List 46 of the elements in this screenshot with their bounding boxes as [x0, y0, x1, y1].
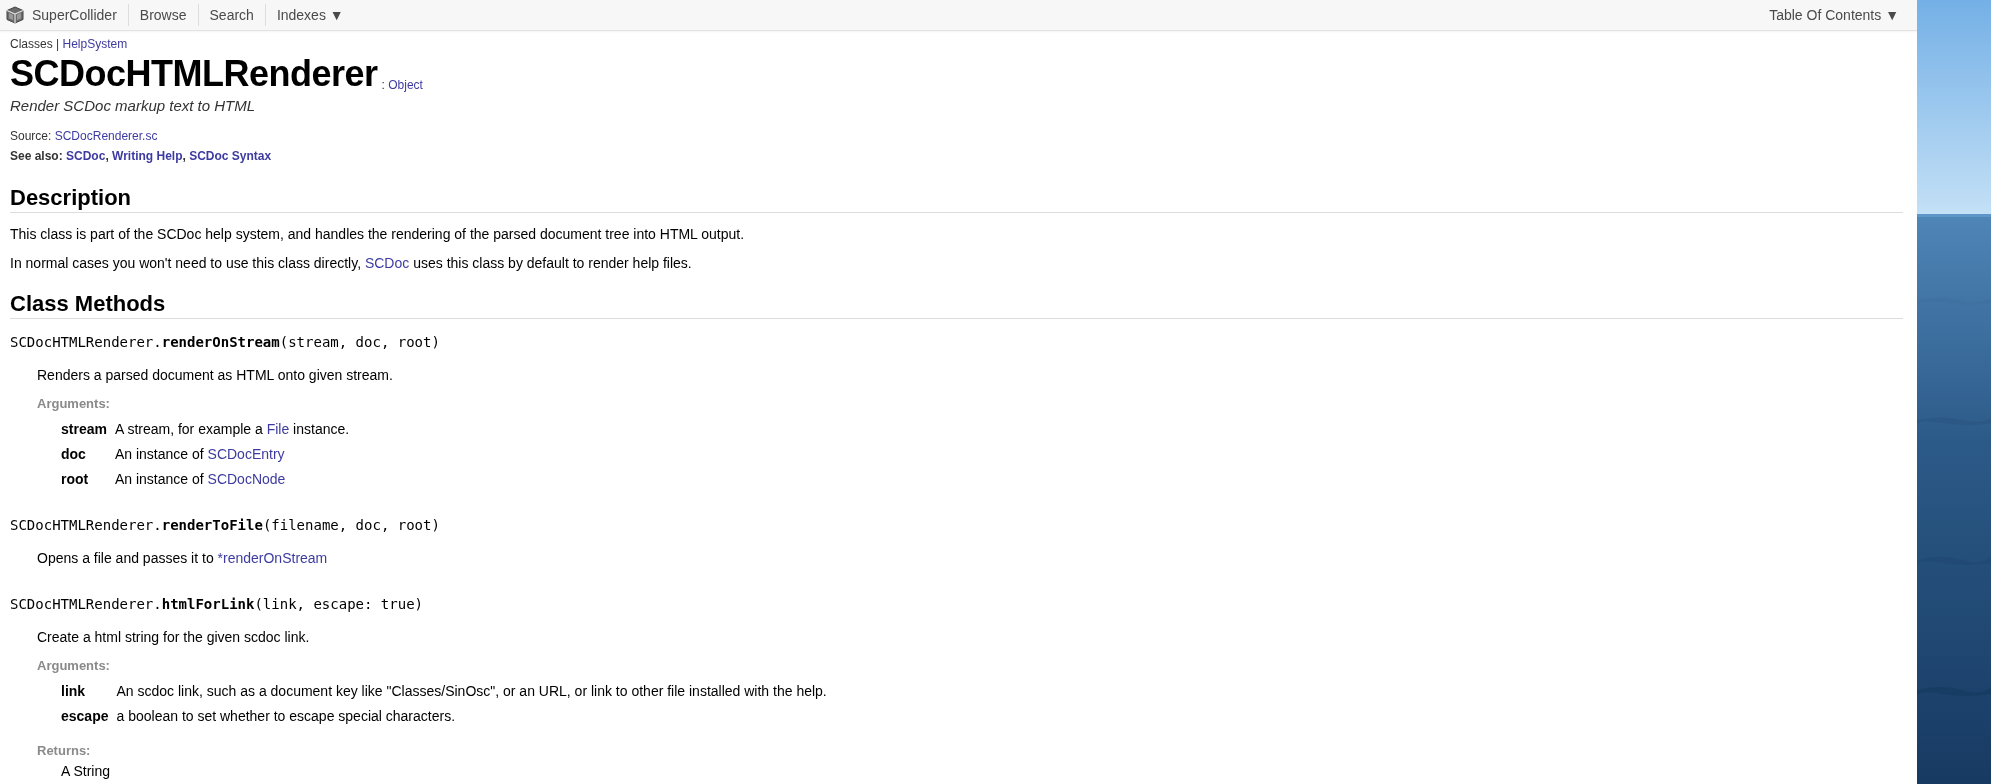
link[interactable]: File: [266, 421, 290, 437]
argument-name: doc: [61, 445, 87, 463]
method-description: Renders a parsed document as HTML onto given stream.: [37, 366, 394, 384]
nav-link[interactable]: Indexes ▼: [264, 4, 355, 26]
method-signature: SCDocHTMLRenderer.renderOnStream(stream, doc, root): [10, 333, 441, 351]
link[interactable]: SCDocEntry: [207, 446, 285, 462]
page-title: SCDocHTMLRenderer: [10, 52, 378, 96]
superclass-label: : Object: [381, 78, 423, 92]
link[interactable]: SCDocNode: [207, 471, 286, 487]
category-link[interactable]: HelpSystem: [62, 37, 128, 51]
toc-menu[interactable]: Table Of Contents ▼: [1758, 4, 1917, 26]
cube-icon: [6, 6, 24, 24]
argument-description: a boolean to set whether to escape special characters.: [116, 707, 457, 725]
method-signature: SCDocHTMLRenderer.htmlForLink(link, escape: true): [10, 595, 424, 613]
home-link[interactable]: SuperCollider: [0, 4, 128, 26]
see-also-link[interactable]: Writing Help: [112, 149, 183, 163]
source-line: Source: SCDocRenderer.sc: [10, 128, 159, 144]
method-description: Create a html string for the given scdoc link.: [37, 628, 311, 646]
argument-description: An scdoc link, such as a document key like "Classes/SinOsc", or an URL, or link to other file installed with the help.: [116, 682, 828, 700]
link[interactable]: SCDoc: [364, 255, 410, 271]
argument-name: root: [61, 470, 90, 488]
method-description: Opens a file and passes it to *renderOnStream: [37, 549, 329, 567]
arguments-label: Arguments:: [37, 658, 111, 674]
section-heading: Class Methods: [10, 291, 1903, 319]
breadcrumb: Classes | HelpSystem: [10, 37, 129, 51]
argument-name: link: [61, 682, 87, 700]
see-also-link[interactable]: SCDoc Syntax: [189, 149, 272, 163]
section-heading: Description: [10, 185, 1903, 213]
nav-link[interactable]: Browse: [127, 4, 198, 26]
source-link[interactable]: SCDocRenderer.sc: [54, 129, 158, 143]
return-value: A String: [60, 763, 112, 779]
argument-name: stream: [61, 420, 107, 438]
arguments-label: Arguments:: [37, 396, 111, 412]
argument-description: An instance of SCDocEntry: [114, 445, 286, 463]
method-signature: SCDocHTMLRenderer.renderToFile(filename, doc, root): [10, 516, 441, 534]
summary-text: Render SCDoc markup text to HTML: [10, 97, 257, 115]
superclass-link[interactable]: Object: [388, 78, 423, 92]
argument-description: A stream, for example a File instance.: [114, 420, 351, 438]
paragraph: This class is part of the SCDoc help system, and handles the rendering of the parsed document tree into HTML output.: [10, 225, 746, 243]
link[interactable]: *renderOnStream: [217, 550, 328, 566]
nav-link[interactable]: Search: [197, 4, 265, 26]
argument-description: An instance of SCDocNode: [114, 470, 287, 488]
argument-name: escape: [61, 707, 109, 725]
see-also-line: See also: SCDoc, Writing Help, SCDoc Syntax: [10, 148, 273, 164]
paragraph: In normal cases you won't need to use this class directly, SCDoc uses this class by default to render help files.: [10, 254, 693, 272]
returns-label: Returns:: [37, 743, 92, 759]
